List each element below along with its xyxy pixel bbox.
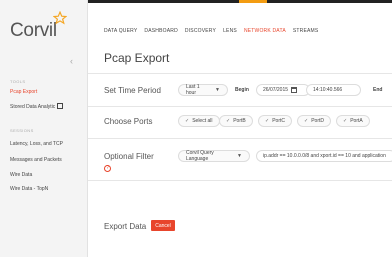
port-chip-select-all[interactable]: ✓ Select all [178,115,220,127]
help-icon[interactable]: ? [104,165,111,172]
divider [88,106,392,107]
time-period-label: Set Time Period [104,86,161,95]
query-language-select[interactable]: Corvil Query Language ▼ [178,150,250,162]
check-icon: ✓ [185,118,190,124]
port-chip-label: Select all [192,118,213,124]
sidebar-item-pcap-export[interactable]: Pcap Export [10,89,37,95]
filter-input[interactable]: ip.addr == 10.0.0.0/8 and xport.id == 10… [256,150,392,162]
begin-date-field[interactable]: 26/07/2015 [256,84,310,96]
time-range-value: Last 1 hour [186,84,200,96]
check-icon: ✓ [304,118,309,124]
sidebar-item-messages[interactable]: Messages and Packets [10,157,62,163]
check-icon: ✓ [343,118,348,124]
page-title: Pcap Export [104,51,170,65]
sidebar-section-sessions: SESSIONS [10,128,34,133]
port-chip-label: PortD [311,118,324,124]
port-chip-label: PortC [272,118,285,124]
port-chip-portd[interactable]: ✓ PortD [297,115,331,127]
sidebar: Corvil ‹ TOOLS Pcap Export Stored Data A… [0,0,88,257]
sidebar-item-wire-data-topn[interactable]: Wire Data - TopN [10,186,48,192]
check-icon: ✓ [226,118,231,124]
export-data-label: Export Data [104,222,147,231]
filter-value: ip.addr == 10.0.0.0/8 and xport.id == 10… [263,153,386,159]
nav-lens[interactable]: LENS [223,28,237,34]
top-navigation: DATA QUERY DASHBOARD DISCOVERY LENS NETW… [104,28,318,34]
caret-down-icon: ▼ [237,153,242,159]
port-chip-label: PortB [233,118,246,124]
optional-filter-label: Optional Filter [104,152,154,161]
external-link-icon [57,103,64,109]
sidebar-item-label: Wire Data [10,172,33,178]
sidebar-item-label: Pcap Export [10,89,38,95]
begin-label: Begin [235,87,249,93]
end-label: End [373,87,383,93]
sidebar-item-label: Stored Data Analytic [10,104,56,110]
choose-ports-label: Choose Ports [104,117,153,126]
port-chip-label: PortA [350,118,363,124]
nav-network-data[interactable]: NETWORK DATA [244,28,286,34]
calendar-icon[interactable] [291,87,297,93]
begin-date-value: 26/07/2015 [263,87,289,93]
sidebar-section-tools: TOOLS [10,79,26,84]
sidebar-item-label: Latency, Loss, and TCP [10,141,63,147]
port-chip-porta[interactable]: ✓ PortA [336,115,370,127]
sidebar-item-latency[interactable]: Latency, Loss, and TCP [10,141,63,147]
port-chip-portb[interactable]: ✓ PortB [219,115,253,127]
sidebar-item-wire-data[interactable]: Wire Data [10,172,32,178]
nav-dashboard[interactable]: DASHBOARD [144,28,177,34]
star-icon [53,11,67,25]
time-range-select[interactable]: Last 1 hour ▼ [178,84,228,96]
nav-streams[interactable]: STREAMS [293,28,319,34]
caret-down-icon: ▼ [215,87,220,93]
begin-time-field[interactable]: 14:10:40.566 [306,84,361,96]
divider [88,138,392,139]
active-nav-indicator [239,0,267,3]
corvil-logo[interactable]: Corvil [10,20,57,42]
nav-data-query[interactable]: DATA QUERY [104,28,137,34]
chevron-left-icon[interactable]: ‹ [70,56,73,66]
divider [88,180,392,181]
port-chip-portc[interactable]: ✓ PortC [258,115,292,127]
nav-discovery[interactable]: DISCOVERY [185,28,216,34]
query-language-value: Corvil Query Language [186,150,214,162]
divider [88,73,392,74]
sidebar-item-label: Wire Data - TopN [10,186,49,192]
sidebar-item-stored-data-analytic[interactable]: Stored Data Analytic [10,103,64,110]
begin-time-value: 14:10:40.566 [313,87,343,93]
cancel-button[interactable]: Cancel [151,220,175,231]
sidebar-item-label: Messages and Packets [10,157,62,163]
check-icon: ✓ [265,118,270,124]
